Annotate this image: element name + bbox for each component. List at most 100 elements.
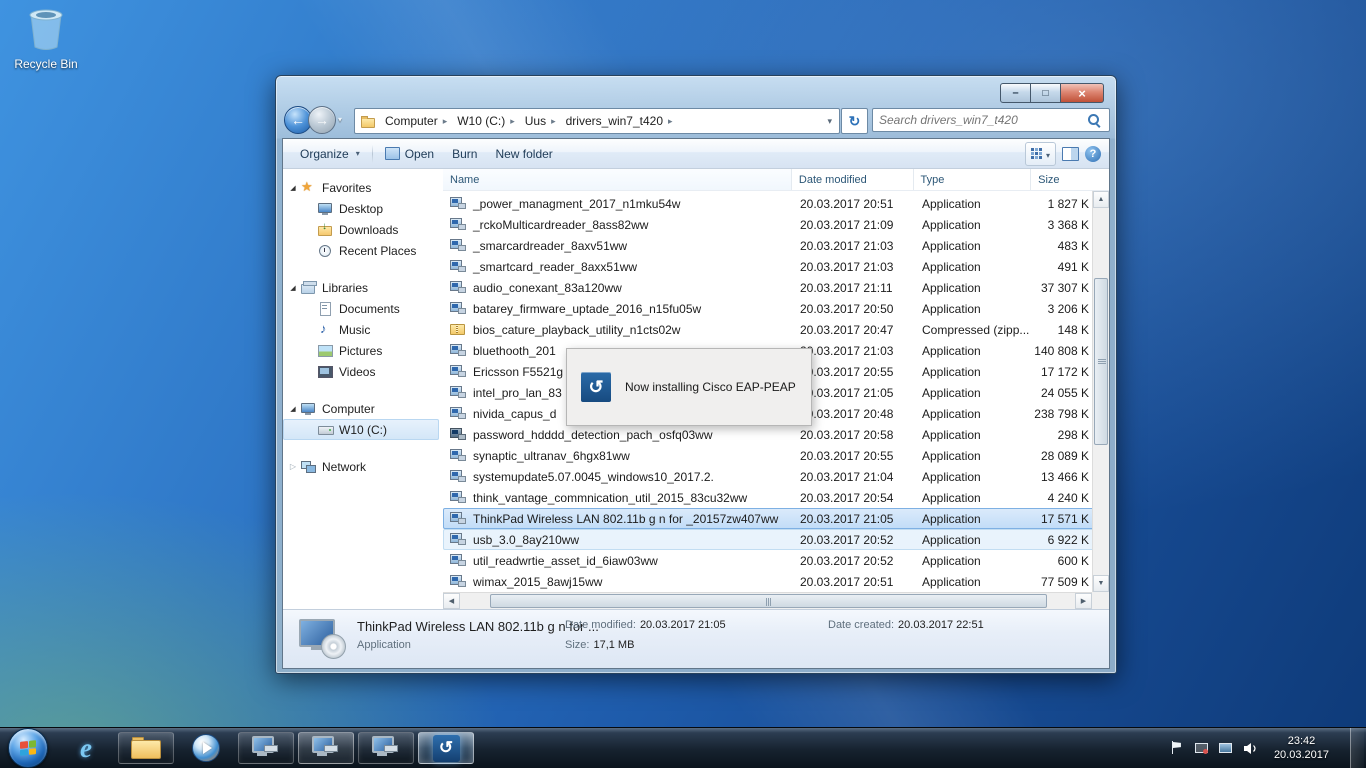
expander-icon[interactable] [288, 361, 298, 382]
sidebar-item-icon [301, 179, 316, 195]
recent-pages-dropdown-icon[interactable] [338, 115, 342, 124]
taskbar-button-cisco-installer[interactable] [418, 732, 474, 764]
file-size: 24 055 K [1040, 385, 1089, 400]
expander-icon[interactable] [288, 240, 298, 261]
expander-icon[interactable] [288, 456, 298, 477]
file-size: 6 922 K [1047, 532, 1089, 547]
file-icon [450, 427, 467, 442]
search-input[interactable] [873, 113, 1087, 127]
sidebar-item[interactable]: Network [283, 456, 439, 477]
minimize-button[interactable] [1000, 83, 1031, 103]
table-row[interactable]: _power_managment_2017_n1mku54w 20.03.201… [443, 193, 1094, 214]
sidebar-item[interactable]: Computer [283, 398, 439, 419]
taskbar-button-installer-3[interactable] [358, 732, 414, 764]
sidebar-item[interactable]: Favorites [283, 177, 439, 198]
size-label: Size: [565, 639, 590, 651]
sidebar-item[interactable]: Music [283, 319, 439, 340]
scroll-up-icon[interactable] [1093, 191, 1109, 208]
sidebar-item[interactable]: Desktop [283, 198, 439, 219]
column-header-date-modified[interactable]: Date modified [792, 169, 914, 190]
vertical-scrollbar-thumb[interactable] [1094, 278, 1108, 445]
file-name-cell: _rckoMulticardreader_8ass82ww [443, 217, 793, 232]
taskbar-button-media-player[interactable] [178, 732, 234, 764]
table-row[interactable]: password_hdddd_detection_pach_osfq03ww 2… [443, 424, 1094, 445]
sidebar-item-icon [318, 202, 333, 216]
open-button[interactable]: Open [376, 143, 443, 165]
breadcrumb-segment[interactable]: drivers_win7_t420 [560, 109, 677, 133]
change-view-button[interactable] [1024, 141, 1056, 166]
start-button[interactable] [8, 728, 48, 768]
burn-button[interactable]: Burn [443, 143, 486, 165]
search-icon[interactable] [1087, 113, 1102, 128]
table-row[interactable]: util_readwrtie_asset_id_6iaw03ww 20.03.2… [443, 550, 1094, 571]
help-button[interactable] [1085, 145, 1101, 162]
table-row[interactable]: _rckoMulticardreader_8ass82ww 20.03.2017… [443, 214, 1094, 235]
table-row[interactable]: usb_3.0_8ay210ww 20.03.2017 20:52 Applic… [443, 529, 1094, 550]
remove-hardware-icon[interactable] [1194, 741, 1208, 755]
expander-icon[interactable] [288, 298, 298, 319]
breadcrumb-segment[interactable]: W10 (C:) [451, 109, 519, 133]
table-row[interactable]: think_vantage_commnication_util_2015_83c… [443, 487, 1094, 508]
horizontal-scrollbar[interactable] [443, 592, 1092, 609]
sidebar-item[interactable]: Libraries [283, 277, 439, 298]
sidebar-item-label: Music [339, 322, 371, 337]
recycle-bin[interactable]: Recycle Bin [8, 6, 84, 71]
table-row[interactable]: synaptic_ultranav_6hgx81ww 20.03.2017 20… [443, 445, 1094, 466]
taskbar-button-installer-2[interactable] [298, 732, 354, 764]
new-folder-button[interactable]: New folder [486, 143, 561, 165]
sidebar-item[interactable]: Recent Places [283, 240, 439, 261]
language-flag-icon[interactable] [1171, 741, 1184, 755]
sidebar-item[interactable]: Documents [283, 298, 439, 319]
sidebar-item[interactable]: Pictures [283, 340, 439, 361]
organize-button[interactable]: Organize [291, 143, 369, 165]
expander-icon[interactable] [288, 340, 298, 361]
sidebar-item[interactable]: Videos [283, 361, 439, 382]
column-header-type[interactable]: Type [914, 169, 1032, 190]
sidebar-item[interactable]: W10 (C:) [283, 419, 439, 440]
table-row[interactable]: batarey_firmware_uptade_2016_n15fu05w 20… [443, 298, 1094, 319]
expander-icon[interactable] [288, 219, 298, 240]
expander-icon[interactable] [288, 319, 298, 340]
taskbar-button-internet-explorer[interactable] [58, 732, 114, 764]
table-row[interactable]: _smarcardreader_8axv51ww 20.03.2017 21:0… [443, 235, 1094, 256]
table-row[interactable]: ThinkPad Wireless LAN 802.11b g n for _2… [443, 508, 1094, 529]
preview-pane-button[interactable] [1062, 146, 1079, 161]
taskbar-button-installer-1[interactable] [238, 732, 294, 764]
breadcrumb-segment[interactable]: Uus [519, 109, 560, 133]
breadcrumb-dropdown-icon[interactable] [820, 116, 839, 127]
vertical-scrollbar[interactable] [1092, 191, 1109, 592]
expander-icon[interactable] [288, 198, 298, 219]
scroll-down-icon[interactable] [1093, 575, 1109, 592]
close-button[interactable] [1061, 83, 1104, 103]
show-desktop-button[interactable] [1350, 728, 1364, 768]
table-row[interactable]: bios_cature_playback_utility_n1cts02w 20… [443, 319, 1094, 340]
file-icon [450, 280, 467, 295]
table-row[interactable]: audio_conexant_83a120ww 20.03.2017 21:11… [443, 277, 1094, 298]
breadcrumb-segment-label: W10 (C:) [457, 114, 506, 128]
table-row[interactable]: _smartcard_reader_8axx51ww 20.03.2017 21… [443, 256, 1094, 277]
refresh-icon[interactable] [841, 108, 868, 134]
horizontal-scrollbar-thumb[interactable] [490, 594, 1047, 608]
expander-icon[interactable] [288, 277, 298, 298]
column-header-name[interactable]: Name [443, 169, 792, 190]
table-row[interactable]: systemupdate5.07.0045_windows10_2017.2. … [443, 466, 1094, 487]
file-name-cell: batarey_firmware_uptade_2016_n15fu05w [443, 301, 793, 316]
scroll-left-icon[interactable] [443, 593, 460, 609]
sidebar-item[interactable]: Downloads [283, 219, 439, 240]
open-icon [384, 147, 400, 160]
expander-icon[interactable] [288, 177, 298, 198]
taskbar-button-explorer[interactable] [118, 732, 174, 764]
column-header-size[interactable]: Size [1031, 169, 1092, 190]
expander-icon[interactable] [288, 398, 298, 419]
maximize-button[interactable] [1031, 83, 1061, 103]
toolbar-right [1024, 141, 1101, 166]
expander-icon[interactable] [288, 419, 298, 440]
forward-button[interactable] [308, 106, 336, 134]
taskbar-clock[interactable]: 23:42 20.03.2017 [1269, 734, 1334, 762]
scroll-right-icon[interactable] [1075, 593, 1092, 609]
display-icon[interactable] [1218, 741, 1232, 755]
table-row[interactable]: wimax_2015_8awj15ww 20.03.2017 20:51 App… [443, 571, 1094, 592]
volume-icon[interactable] [1243, 742, 1258, 755]
file-name: password_hdddd_detection_pach_osfq03ww [473, 427, 713, 442]
breadcrumb-segment[interactable]: Computer [379, 109, 451, 133]
